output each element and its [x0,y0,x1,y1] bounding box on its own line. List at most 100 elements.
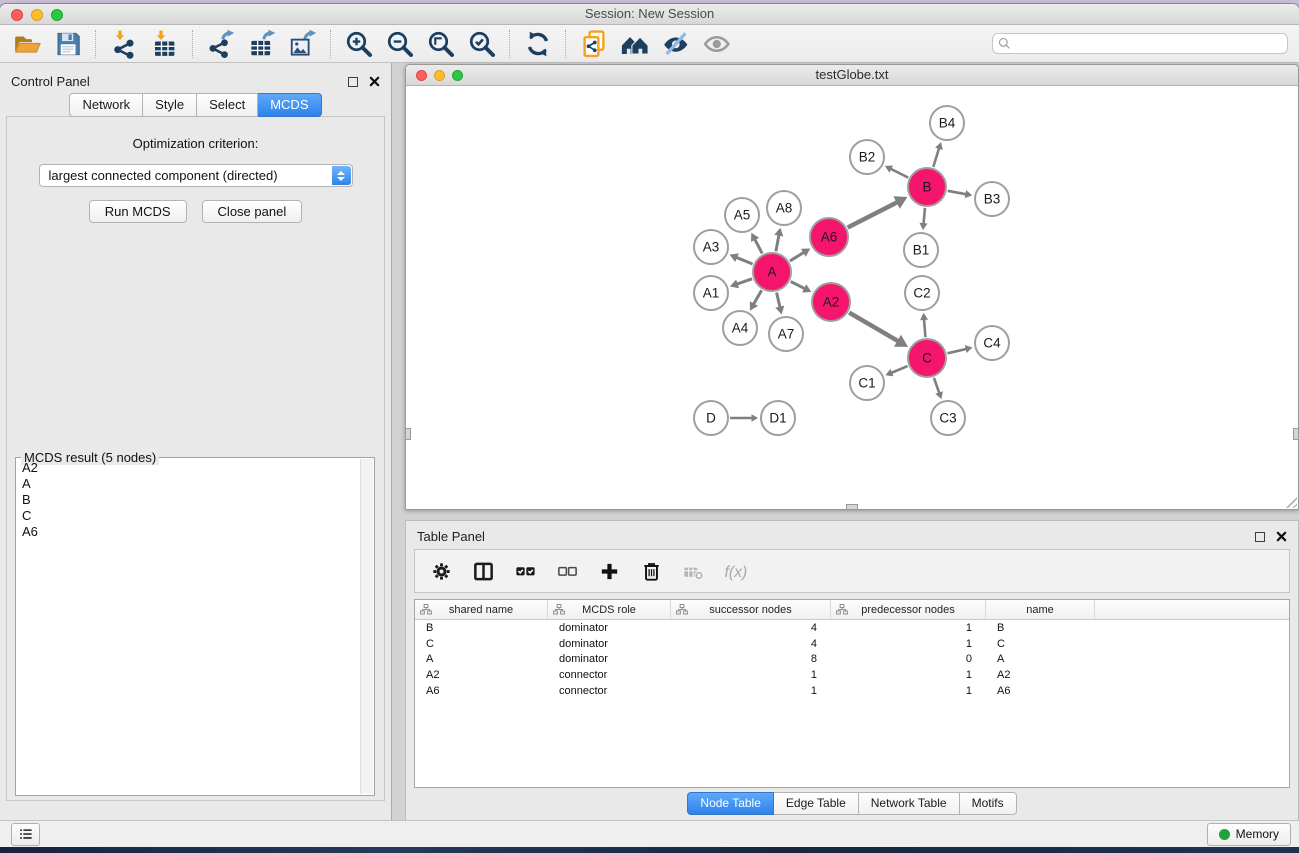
save-button[interactable] [47,28,88,60]
cell-MCDS-role[interactable]: dominator [548,653,671,665]
edge-B-B3[interactable] [948,190,973,198]
tab-style[interactable]: Style [143,93,197,117]
show-button[interactable] [696,28,737,60]
table-tab-network-table[interactable]: Network Table [859,792,960,815]
node-C[interactable]: C [908,339,946,377]
columns-button[interactable] [470,558,496,584]
cell-shared-name[interactable]: A [415,653,548,665]
refresh-button[interactable] [517,28,558,60]
export-image-button[interactable] [282,28,323,60]
cell-MCDS-role[interactable]: connector [548,685,671,697]
node-B3[interactable]: B3 [975,182,1009,216]
zoom-window-button[interactable] [51,9,63,21]
node-B[interactable]: B [908,168,946,206]
node-B2[interactable]: B2 [850,140,884,174]
column-header-MCDS-role[interactable]: MCDS role [548,600,671,619]
node-A1[interactable]: A1 [694,276,728,310]
cell-predecessor-nodes[interactable]: 1 [831,638,986,650]
cell-MCDS-role[interactable]: dominator [548,622,671,634]
edge-B-B4[interactable] [933,142,943,167]
edge-A-A1[interactable] [730,279,752,288]
node-C4[interactable]: C4 [975,326,1009,360]
zoom-out-button[interactable] [379,28,420,60]
result-item[interactable]: C [18,508,359,524]
edge-A-A5[interactable] [751,233,762,254]
edge-A6-B[interactable] [848,196,908,227]
table-row[interactable]: A2connector11A2 [415,667,1289,683]
cell-shared-name[interactable]: B [415,622,548,634]
column-header-shared-name[interactable]: shared name [415,600,548,619]
add-button[interactable] [596,558,622,584]
edge-A-A3[interactable] [730,253,753,264]
minimize-window-button[interactable] [31,9,43,21]
import-table-button[interactable] [144,28,185,60]
left-edge-grip[interactable] [405,428,411,440]
node-C3[interactable]: C3 [931,401,965,435]
edge-C-C4[interactable] [948,345,973,353]
export-table-button[interactable] [241,28,282,60]
tab-select[interactable]: Select [197,93,258,117]
edge-B-B1[interactable] [920,208,928,230]
node-A5[interactable]: A5 [725,198,759,232]
result-scrollbar[interactable] [360,459,373,794]
result-item[interactable]: A [18,476,359,492]
node-A4[interactable]: A4 [723,311,757,345]
edge-A-A2[interactable] [791,282,812,293]
node-D[interactable]: D [694,401,728,435]
cell-predecessor-nodes[interactable]: 0 [831,653,986,665]
settings-button[interactable] [428,558,454,584]
cell-shared-name[interactable]: A2 [415,669,548,681]
cell-name[interactable]: B [986,622,1095,634]
table-row[interactable]: Bdominator41B [415,620,1289,636]
result-item[interactable]: A2 [18,460,359,476]
bottom-edge-grip[interactable] [846,504,858,510]
cell-MCDS-role[interactable]: dominator [548,638,671,650]
cell-shared-name[interactable]: A6 [415,685,548,697]
table-tab-node-table[interactable]: Node Table [687,792,774,815]
open-button[interactable] [6,28,47,60]
cell-successor-nodes[interactable]: 8 [671,653,831,665]
cell-shared-name[interactable]: C [415,638,548,650]
cell-successor-nodes[interactable]: 1 [671,685,831,697]
node-D1[interactable]: D1 [761,401,795,435]
search-input[interactable] [992,33,1288,54]
criterion-select[interactable]: largest connected component (directed) [39,164,353,187]
table-tab-edge-table[interactable]: Edge Table [774,792,859,815]
node-A3[interactable]: A3 [694,230,728,264]
deselect-all-button[interactable] [554,558,580,584]
column-header-successor-nodes[interactable]: successor nodes [671,600,831,619]
cell-predecessor-nodes[interactable]: 1 [831,622,986,634]
cell-name[interactable]: A [986,653,1095,665]
cell-successor-nodes[interactable]: 4 [671,638,831,650]
zoom-in-button[interactable] [338,28,379,60]
node-B1[interactable]: B1 [904,233,938,267]
edge-A-A6[interactable] [790,249,810,262]
cell-MCDS-role[interactable]: connector [548,669,671,681]
edge-A-A7[interactable] [775,293,784,315]
delete-button[interactable] [638,558,664,584]
export-network-button[interactable] [200,28,241,60]
node-A2[interactable]: A2 [812,283,850,321]
home-button[interactable] [614,28,655,60]
edge-A-A8[interactable] [774,228,783,252]
node-A8[interactable]: A8 [767,191,801,225]
control-panel-close-icon[interactable] [369,76,380,87]
cell-name[interactable]: C [986,638,1095,650]
node-B4[interactable]: B4 [930,106,964,140]
cell-successor-nodes[interactable]: 1 [671,669,831,681]
node-C1[interactable]: C1 [850,366,884,400]
cell-successor-nodes[interactable]: 4 [671,622,831,634]
edge-B-B2[interactable] [885,166,908,178]
node-A6[interactable]: A6 [810,218,848,256]
duplicate-network-button[interactable] [573,28,614,60]
edge-C-C2[interactable] [920,313,928,337]
network-canvas[interactable]: B4B2BB3A8A5A6A3B1AC2A1A2A4A7C4CC1C3DD1 [406,87,1298,509]
edge-A-A4[interactable] [750,290,762,310]
edge-C-C3[interactable] [934,378,943,399]
table-row[interactable]: A6connector11A6 [415,683,1289,699]
table-panel-float-icon[interactable] [1255,532,1265,542]
edge-A2-C[interactable] [849,313,908,347]
tab-mcds[interactable]: MCDS [258,93,321,117]
close-window-button[interactable] [11,9,23,21]
network-minimize-button[interactable] [434,70,445,81]
